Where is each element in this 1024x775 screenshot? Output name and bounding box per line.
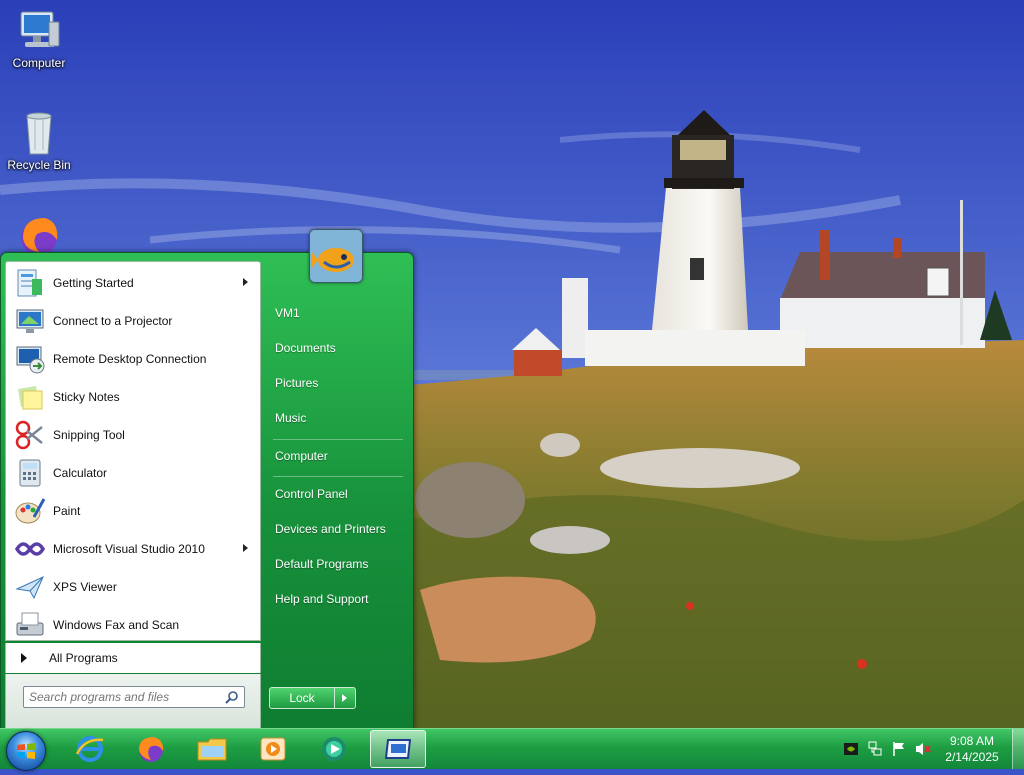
action-center-flag-icon[interactable] (891, 741, 907, 757)
windows-logo-icon (17, 743, 35, 759)
program-label: Paint (53, 504, 81, 518)
visual-studio-icon (14, 533, 46, 565)
desktop-icon-computer[interactable]: Computer (1, 8, 77, 70)
file-explorer-icon (197, 738, 227, 761)
nvidia-icon[interactable] (843, 741, 859, 757)
xps-viewer-icon (14, 571, 46, 603)
getting-started-icon (14, 267, 46, 299)
program-label: Snipping Tool (53, 428, 125, 442)
user-picture[interactable] (309, 229, 363, 283)
snipping-tool-icon (14, 419, 46, 451)
start-button[interactable] (6, 731, 46, 771)
fax-scan-icon (14, 609, 46, 641)
search-input[interactable] (24, 689, 221, 705)
taskbar-internet-explorer[interactable] (62, 730, 118, 768)
program-remote-desktop[interactable]: Remote Desktop Connection (6, 340, 260, 378)
taskbar-clock[interactable]: 9:08 AM 2/14/2025 (936, 733, 1008, 765)
show-desktop-button[interactable] (1012, 729, 1024, 769)
all-programs-label: All Programs (49, 651, 118, 665)
remote-window-icon (384, 739, 412, 759)
program-label: Calculator (53, 466, 108, 480)
network-icon[interactable] (867, 741, 883, 757)
start-item-music[interactable]: Music (267, 403, 407, 433)
desktop-icon-label: Computer (12, 56, 66, 70)
start-item-control-panel[interactable]: Control Panel (267, 479, 407, 509)
submenu-arrow-icon (243, 544, 248, 552)
program-label: XPS Viewer (53, 580, 117, 594)
program-label: Remote Desktop Connection (53, 352, 207, 366)
desktop-icon-recycle-bin[interactable]: Recycle Bin (1, 110, 77, 172)
search-area (5, 674, 261, 729)
start-item-documents[interactable]: Documents (267, 333, 407, 363)
program-calculator[interactable]: Calculator (6, 454, 260, 492)
program-label: Microsoft Visual Studio 2010 (53, 542, 205, 556)
program-label: Getting Started (53, 276, 134, 290)
desktop-icon-label: Recycle Bin (7, 158, 71, 172)
program-getting-started[interactable]: Getting Started (6, 264, 260, 302)
start-item-computer[interactable]: Computer (267, 441, 407, 471)
program-sticky-notes[interactable]: Sticky Notes (6, 378, 260, 416)
lock-button-group: Lock (269, 687, 356, 709)
media-player-icon (260, 737, 286, 761)
search-icon[interactable] (225, 690, 239, 704)
start-menu: Getting Started Connect to a Projector R… (0, 229, 414, 730)
clock-date: 2/14/2025 (945, 750, 999, 764)
start-item-pictures[interactable]: Pictures (267, 368, 407, 398)
all-programs-arrow-icon (21, 653, 27, 663)
start-menu-places-pane: VM1 Documents Pictures Music Computer Co… (263, 229, 411, 729)
submenu-arrow-icon (243, 278, 248, 286)
paint-icon (14, 495, 46, 527)
program-label: Windows Fax and Scan (53, 618, 180, 632)
program-label: Connect to a Projector (53, 314, 173, 328)
program-visual-studio[interactable]: Microsoft Visual Studio 2010 (6, 530, 260, 568)
program-paint[interactable]: Paint (6, 492, 260, 530)
projector-icon (14, 305, 46, 337)
places-divider (273, 476, 403, 477)
all-programs-button[interactable]: All Programs (5, 643, 261, 673)
taskbar-file-explorer[interactable] (184, 730, 240, 768)
taskbar-media-center[interactable] (306, 730, 362, 768)
internet-explorer-icon (75, 736, 104, 762)
program-fax-scan[interactable]: Windows Fax and Scan (6, 606, 260, 644)
calculator-icon (14, 457, 46, 489)
lock-button[interactable]: Lock (269, 687, 335, 709)
sticky-notes-icon (14, 381, 46, 413)
start-item-help-support[interactable]: Help and Support (267, 584, 407, 614)
taskbar: 9:08 AM 2/14/2025 (0, 728, 1024, 771)
start-menu-programs-pane: Getting Started Connect to a Projector R… (5, 261, 261, 641)
program-snipping-tool[interactable]: Snipping Tool (6, 416, 260, 454)
search-box[interactable] (23, 686, 245, 708)
start-item-devices-printers[interactable]: Devices and Printers (267, 514, 407, 544)
start-item-user-folder[interactable]: VM1 (267, 298, 407, 328)
program-connect-projector[interactable]: Connect to a Projector (6, 302, 260, 340)
clock-time: 9:08 AM (949, 734, 995, 748)
taskbar-remote-window[interactable] (370, 730, 426, 768)
firefox-icon (139, 737, 164, 762)
volume-muted-icon[interactable] (915, 741, 931, 757)
program-xps-viewer[interactable]: XPS Viewer (6, 568, 260, 606)
computer-icon (15, 8, 63, 54)
recycle-bin-icon (15, 110, 63, 156)
program-label: Sticky Notes (53, 390, 120, 404)
remote-desktop-icon (14, 343, 46, 375)
taskbar-firefox[interactable] (123, 730, 179, 768)
shutdown-options-arrow-button[interactable] (335, 687, 356, 709)
media-center-icon (322, 737, 346, 761)
taskbar-media-player[interactable] (245, 730, 301, 768)
start-item-default-programs[interactable]: Default Programs (267, 549, 407, 579)
places-divider (273, 439, 403, 440)
